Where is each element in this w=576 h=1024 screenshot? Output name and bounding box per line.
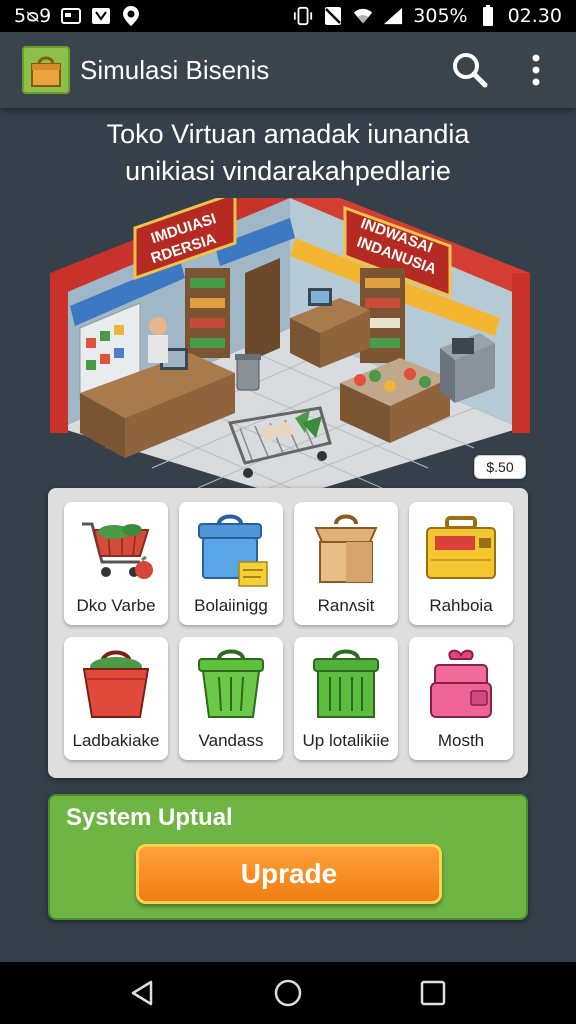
signal-icon bbox=[383, 6, 403, 26]
status-bar: 5ᴓ9 305% 02.30 bbox=[0, 0, 576, 32]
no-sim-icon bbox=[323, 6, 343, 26]
wifi-icon bbox=[353, 6, 373, 26]
status-left-text: 5ᴓ9 bbox=[14, 5, 52, 27]
category-grid: Dko Varbe Bolaiinigg Ranʌsit Rahboia Lad… bbox=[48, 488, 528, 778]
door bbox=[245, 258, 280, 363]
back-button[interactable] bbox=[113, 968, 173, 1018]
blue-container-icon bbox=[198, 514, 268, 587]
category-tile-2[interactable]: Bolaiinigg bbox=[179, 502, 283, 625]
system-update-panel: System Uptual Uprade bbox=[48, 794, 528, 920]
category-tile-1[interactable]: Dko Varbe bbox=[64, 502, 168, 625]
category-tile-4[interactable]: Rahboia bbox=[409, 502, 513, 625]
category-label-2: Bolaiinigg bbox=[194, 596, 268, 615]
headline: Toko Virtuan amadak iunandia unikiasi vi… bbox=[0, 116, 576, 190]
search-button[interactable] bbox=[446, 46, 494, 94]
category-tile-6[interactable]: Vandass bbox=[179, 637, 283, 760]
category-label-5: Ladbakiake bbox=[72, 731, 160, 750]
status-left: 5ᴓ9 bbox=[14, 5, 141, 27]
red-produce-basket-icon bbox=[82, 650, 150, 718]
category-label-7: Up lotalikiie bbox=[302, 731, 390, 750]
vibrate-icon bbox=[293, 6, 313, 26]
green-crate-icon bbox=[313, 649, 379, 718]
category-tile-3[interactable]: Ranʌsit bbox=[294, 502, 398, 625]
search-icon bbox=[453, 53, 488, 88]
home-button[interactable] bbox=[258, 968, 318, 1018]
category-label-6: Vandass bbox=[198, 731, 264, 750]
system-title: System Uptual bbox=[66, 804, 233, 831]
store-illustration: IMDUIASI RDERSIA INDWASAI INDANUSIA bbox=[50, 198, 530, 488]
headline-line-2: unikiasi vindarakahpedlarie bbox=[125, 156, 451, 186]
battery-percent: 305% bbox=[413, 5, 468, 27]
recents-button[interactable] bbox=[403, 968, 463, 1018]
category-label-3: Ranʌsit bbox=[317, 596, 375, 615]
clock: 02.30 bbox=[507, 5, 562, 27]
category-label-1: Dko Varbe bbox=[76, 596, 156, 615]
category-label-4: Rahboia bbox=[429, 596, 493, 615]
upgrade-button[interactable]: Uprade bbox=[136, 844, 442, 904]
app-bar: Simulasi Bisenis bbox=[0, 32, 576, 108]
mail-icon bbox=[91, 6, 111, 26]
overflow-menu-button[interactable] bbox=[512, 46, 560, 94]
navigation-bar bbox=[0, 962, 576, 1024]
recents-icon bbox=[421, 980, 446, 1006]
card-icon bbox=[61, 6, 82, 26]
store-logo-icon bbox=[22, 46, 70, 94]
headline-line-1: Toko Virtuan amadak iunandia bbox=[106, 119, 470, 149]
cardboard-box-icon bbox=[314, 514, 378, 583]
pink-bag-icon bbox=[430, 649, 492, 718]
yellow-toolbox-icon bbox=[426, 516, 496, 579]
category-tile-7[interactable]: Up lotalikiie bbox=[294, 637, 398, 760]
status-right: 305% 02.30 bbox=[293, 5, 562, 27]
category-tile-8[interactable]: Mosth bbox=[409, 637, 513, 760]
category-tile-5[interactable]: Ladbakiake bbox=[64, 637, 168, 760]
location-icon bbox=[121, 6, 141, 26]
home-icon bbox=[274, 979, 302, 1007]
more-vert-icon bbox=[532, 54, 540, 86]
back-icon bbox=[131, 980, 152, 1006]
category-label-8: Mosth bbox=[437, 731, 485, 750]
shopping-cart-icon bbox=[82, 522, 153, 579]
price-badge: $.50 bbox=[474, 455, 526, 479]
app-title: Simulasi Bisenis bbox=[80, 54, 270, 85]
back-shelf bbox=[185, 268, 230, 358]
battery-icon bbox=[478, 5, 498, 26]
green-bin-icon bbox=[198, 649, 264, 718]
trash-bin bbox=[235, 354, 261, 391]
